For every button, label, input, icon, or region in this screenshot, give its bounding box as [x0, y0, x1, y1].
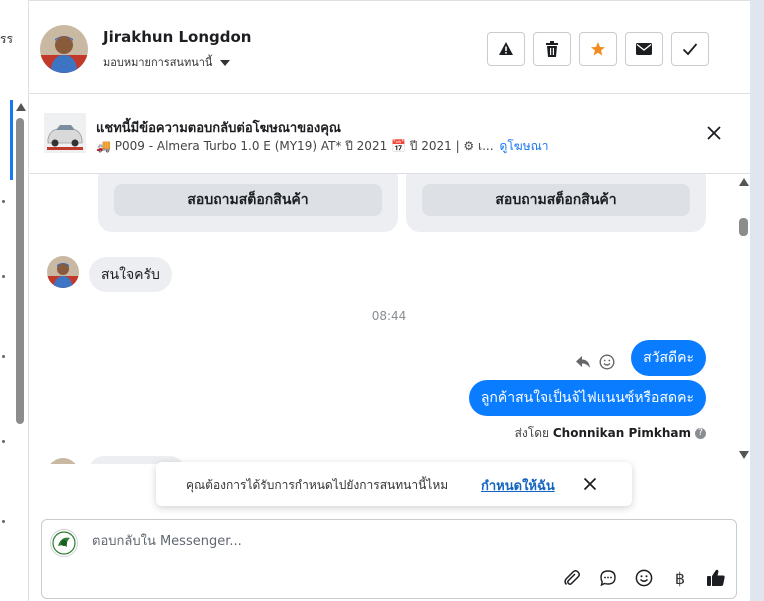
scrollbar-thumb[interactable]: [739, 218, 748, 236]
dot: [2, 520, 5, 523]
stock-inquiry-button[interactable]: สอบถามสต็อกสินค้า: [422, 184, 690, 216]
star-icon: [591, 42, 605, 56]
outgoing-message[interactable]: สวัสดีคะ: [631, 340, 706, 376]
assign-label: มอบหมายการสนทนานี้: [103, 56, 213, 69]
right-edge: [750, 0, 764, 601]
emoji-button[interactable]: [632, 566, 656, 590]
assign-to-me-link[interactable]: กำหนดให้ฉัน: [481, 475, 555, 496]
conversation-header: Jirakhun Longdon มอบหมายการสนทนานี้: [28, 0, 750, 94]
close-icon[interactable]: [704, 123, 724, 143]
ad-thumbnail[interactable]: [44, 113, 86, 153]
scroll-up-arrow[interactable]: [16, 103, 26, 111]
dot: [2, 355, 5, 358]
thumbs-up-icon: [707, 569, 725, 586]
saved-replies-button[interactable]: [596, 566, 620, 590]
message-thread[interactable]: สอบถามสต็อกสินค้า สอบถามสต็อกสินค้า สนใจ…: [28, 174, 750, 464]
assign-toast: คุณต้องการได้รับการกำหนดไปยังการสนทนานี้…: [156, 462, 632, 506]
scroll-down-arrow[interactable]: [739, 451, 749, 459]
help-icon[interactable]: ?: [695, 428, 706, 439]
outgoing-message[interactable]: ลูกค้าสนใจเป็นจ้ไฟแนนซ์หรือสดคะ: [468, 380, 706, 416]
ad-reply-banner: แชทนี้มีข้อความตอบกลับต่อโฆษณาของคุณ 🚚 P…: [28, 93, 750, 174]
close-icon[interactable]: [582, 476, 598, 492]
dot: [2, 200, 5, 203]
sent-by-label: ส่งโดย Chonnikan Pimkham?: [515, 424, 706, 443]
caret-down-icon: [220, 60, 231, 66]
paperclip-icon: [564, 570, 580, 586]
mark-done-button[interactable]: [671, 32, 709, 66]
check-icon: [682, 43, 698, 56]
payment-button[interactable]: ฿: [668, 566, 692, 590]
dot: [2, 275, 5, 278]
sender-name: Chonnikan Pimkham: [552, 426, 691, 440]
mark-unread-button[interactable]: [625, 32, 663, 66]
scroll-up-arrow[interactable]: [739, 178, 749, 186]
delete-button[interactable]: [533, 32, 571, 66]
avatar[interactable]: [47, 256, 79, 288]
dot: [2, 440, 5, 443]
quick-reply-card: สอบถามสต็อกสินค้า: [98, 174, 398, 232]
chat-bubble-icon: [600, 570, 616, 587]
message-actions: [575, 354, 615, 370]
avatar[interactable]: [47, 458, 79, 464]
assign-dropdown[interactable]: มอบหมายการสนทนานี้: [103, 53, 231, 71]
sent-by-prefix: ส่งโดย: [514, 426, 550, 440]
react-emoji-icon[interactable]: [599, 354, 615, 370]
reply-input[interactable]: [90, 533, 694, 550]
reply-composer: ฿: [41, 519, 737, 599]
header-actions: [487, 32, 709, 66]
incoming-message[interactable]: สนใจครับ: [89, 257, 172, 292]
mail-icon: [636, 43, 652, 55]
stock-inquiry-button[interactable]: สอบถามสต็อกสินค้า: [114, 184, 382, 216]
attach-button[interactable]: [560, 566, 584, 590]
view-ad-link[interactable]: ดูโฆษณา: [500, 139, 549, 153]
baht-icon: ฿: [674, 568, 686, 588]
banner-subtitle: 🚚 P009 - Almera Turbo 1.0 E (MY19) AT* ป…: [96, 137, 548, 156]
composer-tools: ฿: [560, 566, 728, 590]
contact-name: Jirakhun Longdon: [103, 28, 252, 46]
toast-message: คุณต้องการได้รับการกำหนดไปยังการสนทนานี้…: [186, 478, 449, 492]
emoji-icon: [635, 569, 653, 587]
alert-icon: [499, 42, 513, 55]
active-indicator: [10, 100, 13, 180]
mark-spam-button[interactable]: [487, 32, 525, 66]
chat-scrollbar[interactable]: [738, 178, 750, 460]
like-button[interactable]: [704, 566, 728, 590]
star-button[interactable]: [579, 32, 617, 66]
trash-icon: [546, 41, 558, 57]
left-scrollbar-thumb[interactable]: [16, 118, 24, 424]
reply-icon[interactable]: [575, 355, 591, 369]
avatar[interactable]: [40, 25, 88, 73]
page-avatar: [50, 529, 78, 557]
timestamp: 08:44: [371, 309, 407, 323]
quick-reply-card: สอบถามสต็อกสินค้า: [406, 174, 706, 232]
banner-title: แชทนี้มีข้อความตอบกลับต่อโฆษณาของคุณ: [96, 121, 341, 136]
left-panel-edge: รร: [0, 0, 29, 601]
ad-description: 🚚 P009 - Almera Turbo 1.0 E (MY19) AT* ป…: [96, 139, 494, 153]
cut-off-text: รร: [0, 32, 13, 46]
